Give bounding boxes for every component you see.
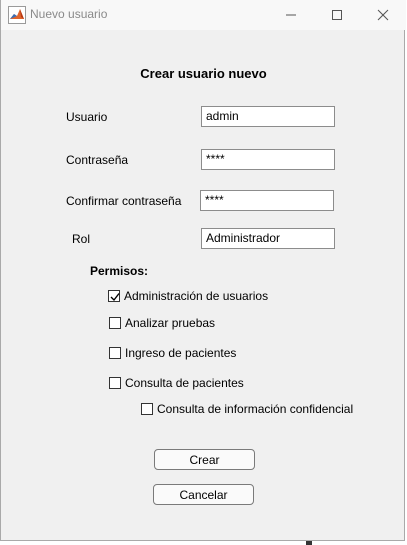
checkbox-box[interactable] (108, 290, 120, 302)
maximize-icon (332, 10, 342, 20)
form-title: Crear usuario nuevo (140, 66, 267, 81)
rol-input[interactable]: Administrador (201, 228, 335, 249)
contrasena-label: Contraseña (66, 153, 129, 167)
checkbox-box[interactable] (109, 317, 121, 329)
close-button[interactable] (360, 0, 406, 30)
checkbox-ingreso-pacientes[interactable]: Ingreso de pacientes (109, 346, 236, 360)
rol-label: Rol (72, 232, 91, 246)
checkbox-label: Ingreso de pacientes (125, 346, 237, 360)
close-icon (377, 9, 389, 21)
contrasena-input[interactable]: **** (201, 149, 335, 170)
confirmar-label: Confirmar contraseña (66, 194, 182, 208)
checkbox-box[interactable] (109, 347, 121, 359)
taskbar-edge (306, 541, 312, 545)
title-bar[interactable]: Nuevo usuario (1, 0, 406, 30)
cancelar-button[interactable]: Cancelar (153, 484, 254, 505)
crear-button[interactable]: Crear (154, 449, 255, 470)
matlab-icon (8, 6, 26, 24)
usuario-label: Usuario (66, 110, 108, 124)
maximize-button[interactable] (314, 0, 360, 30)
checkbox-admin-usuarios[interactable]: Administración de usuarios (108, 289, 268, 303)
checkbox-label: Consulta de pacientes (125, 376, 244, 390)
confirmar-input[interactable]: **** (200, 190, 334, 211)
minimize-button[interactable] (268, 0, 314, 30)
checkbox-label: Analizar pruebas (125, 316, 216, 330)
checkmark-icon (110, 293, 120, 302)
checkbox-label: Administración de usuarios (124, 289, 269, 303)
checkbox-box[interactable] (141, 403, 153, 415)
usuario-input[interactable]: admin (201, 106, 335, 127)
permisos-label: Permisos: (90, 264, 149, 278)
window-title: Nuevo usuario (30, 7, 108, 21)
checkbox-consulta-info-confidencial[interactable]: Consulta de información confidencial (141, 402, 353, 416)
minimize-icon (286, 14, 296, 16)
checkbox-consulta-pacientes[interactable]: Consulta de pacientes (109, 376, 244, 390)
checkbox-label: Consulta de información confidencial (157, 402, 354, 416)
dialog-window: Nuevo usuario Crear usuario nuevo Usuari… (0, 0, 406, 541)
desktop-background (0, 541, 407, 545)
checkbox-box[interactable] (109, 377, 121, 389)
checkbox-analizar-pruebas[interactable]: Analizar pruebas (109, 316, 215, 330)
